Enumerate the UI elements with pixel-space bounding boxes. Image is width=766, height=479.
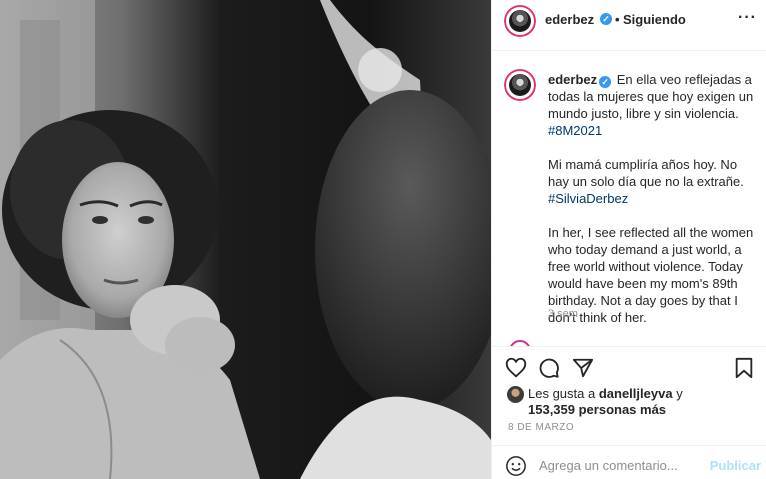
likes-prefix: Les gusta a: [528, 386, 596, 401]
verified-badge-icon: ✓: [600, 13, 612, 25]
caption-text: ederbez ✓ En ella veo reflejadas a todas …: [548, 71, 760, 343]
post-side-panel: ederbez ✓ • Siguiendo ··· ederbez ✓ En el…: [491, 0, 766, 479]
likes-text: Les gusta a danelljleyva y 153,359 perso…: [528, 386, 758, 418]
post-header: ederbez ✓ • Siguiendo ···: [492, 0, 766, 51]
liker-avatar[interactable]: [507, 386, 524, 403]
black-and-white-portrait-image: [0, 0, 491, 479]
caption-paragraph-3: In her, I see reflected all the women wh…: [548, 225, 754, 325]
first-liker-link[interactable]: danelljleyva: [599, 386, 673, 401]
likes-count-link[interactable]: 153,359 personas más: [528, 402, 666, 417]
caption-section: ederbez ✓ En ella veo reflejadas a todas …: [492, 52, 766, 346]
caption-verified-badge-icon: ✓: [599, 76, 612, 88]
caption-paragraph-2: Mi mamá cumpliría años hoy. No hay un so…: [548, 157, 744, 189]
likes-connector: y: [676, 386, 683, 401]
bookmark-icon[interactable]: [733, 357, 755, 379]
more-options-icon[interactable]: ···: [738, 9, 757, 27]
share-paper-plane-icon[interactable]: [572, 357, 594, 379]
caption-author-avatar[interactable]: [504, 69, 536, 101]
author-avatar[interactable]: [504, 5, 536, 37]
author-username[interactable]: ederbez: [545, 12, 594, 27]
comment-icon[interactable]: [538, 357, 560, 379]
heart-icon[interactable]: [505, 357, 527, 379]
add-comment-bar: Agrega un comentario... Publicar: [492, 445, 766, 479]
separator-dot: •: [615, 12, 620, 27]
publish-button[interactable]: Publicar: [710, 458, 761, 473]
likes-summary: Les gusta a danelljleyva y 153,359 perso…: [492, 382, 766, 418]
post-date[interactable]: 8 DE MARZO: [508, 422, 574, 433]
post-photo[interactable]: [0, 0, 491, 479]
follow-status-button[interactable]: Siguiendo: [623, 12, 686, 27]
emoji-icon[interactable]: [505, 455, 527, 477]
hashtag-link[interactable]: #8M2021: [548, 123, 602, 138]
caption-username[interactable]: ederbez: [548, 72, 597, 87]
action-bar: [492, 346, 766, 386]
hashtag-link[interactable]: #SilviaDerbez: [548, 191, 628, 206]
caption-time-ago[interactable]: 3 sem: [548, 308, 578, 320]
comment-input[interactable]: Agrega un comentario...: [539, 458, 678, 473]
